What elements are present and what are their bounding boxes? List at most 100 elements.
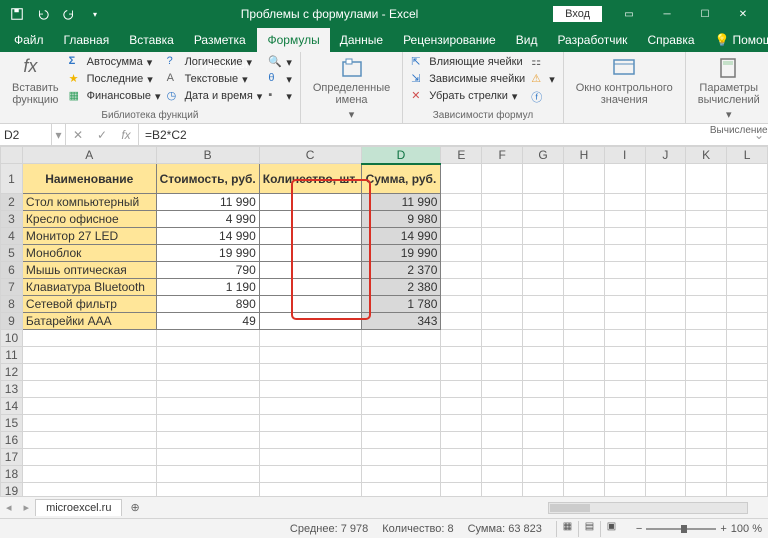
- row-header[interactable]: 1: [1, 164, 23, 194]
- tab-view[interactable]: Вид: [506, 28, 548, 52]
- col-header[interactable]: B: [156, 147, 259, 164]
- cell[interactable]: Сетевой фильтр: [22, 296, 156, 313]
- horizontal-scrollbar[interactable]: [548, 502, 748, 514]
- row-header[interactable]: 10: [1, 330, 23, 347]
- defined-names-button[interactable]: Определенные имена ▾: [309, 54, 394, 123]
- cell[interactable]: [259, 245, 361, 262]
- cell[interactable]: 19 990: [156, 245, 259, 262]
- col-header[interactable]: G: [523, 147, 564, 164]
- minimize-icon[interactable]: ─: [648, 0, 686, 28]
- view-pagelayout-icon[interactable]: ▤: [578, 521, 600, 537]
- ribbon-display-icon[interactable]: ▭: [610, 0, 648, 28]
- cell[interactable]: Клавиатура Bluetooth: [22, 279, 156, 296]
- row-header[interactable]: 6: [1, 262, 23, 279]
- qa-dropdown-icon[interactable]: ▾: [84, 3, 106, 25]
- cell[interactable]: [259, 296, 361, 313]
- tab-formulas[interactable]: Формулы: [257, 28, 329, 52]
- formula-input[interactable]: =B2*C2: [139, 124, 750, 145]
- expand-formula-icon[interactable]: ⌄: [750, 124, 768, 145]
- cell[interactable]: [259, 313, 361, 330]
- name-box-dropdown-icon[interactable]: ▾: [52, 124, 66, 145]
- login-button[interactable]: Вход: [553, 6, 602, 22]
- cell[interactable]: 1 780: [361, 296, 441, 313]
- cell[interactable]: 9 980: [361, 211, 441, 228]
- logical-button[interactable]: ?Логические ▾: [167, 54, 263, 70]
- table-header-cell[interactable]: Количество, шт.: [259, 164, 361, 194]
- row-header[interactable]: 18: [1, 466, 23, 483]
- col-header[interactable]: J: [645, 147, 686, 164]
- name-box[interactable]: D2: [0, 124, 52, 145]
- fx-button-icon[interactable]: fx: [114, 124, 138, 146]
- tab-review[interactable]: Рецензирование: [393, 28, 506, 52]
- col-header[interactable]: L: [727, 147, 768, 164]
- close-icon[interactable]: ✕: [724, 0, 762, 28]
- math-button[interactable]: θ▾: [268, 71, 292, 87]
- cell[interactable]: [259, 279, 361, 296]
- cell[interactable]: Кресло офисное: [22, 211, 156, 228]
- recent-button[interactable]: ★Последние ▾: [69, 71, 161, 87]
- col-header[interactable]: K: [686, 147, 727, 164]
- autosum-button[interactable]: ΣАвтосумма ▾: [69, 54, 161, 70]
- row-header[interactable]: 19: [1, 483, 23, 497]
- tab-data[interactable]: Данные: [330, 28, 393, 52]
- trace-dependents-button[interactable]: ⇲Зависимые ячейки: [411, 71, 525, 87]
- row-header[interactable]: 2: [1, 194, 23, 211]
- row-header[interactable]: 14: [1, 398, 23, 415]
- cell[interactable]: Мышь оптическая: [22, 262, 156, 279]
- lookup-button[interactable]: 🔍▾: [268, 54, 292, 70]
- table-header-cell[interactable]: Наименование: [22, 164, 156, 194]
- cell[interactable]: Стол компьютерный: [22, 194, 156, 211]
- datetime-button[interactable]: ◷Дата и время ▾: [167, 88, 263, 104]
- tab-developer[interactable]: Разработчик: [547, 28, 637, 52]
- cell[interactable]: 14 990: [361, 228, 441, 245]
- tab-insert[interactable]: Вставка: [119, 28, 184, 52]
- insert-function-button[interactable]: fx Вставить функцию: [8, 54, 63, 108]
- error-check-button[interactable]: ⚠▾: [531, 71, 555, 87]
- table-header-cell[interactable]: Стоимость, руб.: [156, 164, 259, 194]
- sheet-tab[interactable]: microexcel.ru: [35, 499, 122, 516]
- maximize-icon[interactable]: ☐: [686, 0, 724, 28]
- zoom-out-icon[interactable]: −: [636, 523, 642, 535]
- cell[interactable]: 1 190: [156, 279, 259, 296]
- undo-icon[interactable]: [32, 3, 54, 25]
- row-header[interactable]: 17: [1, 449, 23, 466]
- table-header-cell[interactable]: Сумма, руб.: [361, 164, 441, 194]
- col-header[interactable]: A: [22, 147, 156, 164]
- calc-options-button[interactable]: Параметры вычислений ▾: [694, 54, 764, 123]
- cell[interactable]: Монитор 27 LED: [22, 228, 156, 245]
- evaluate-button[interactable]: ⓕ: [531, 88, 555, 104]
- col-header[interactable]: D: [361, 147, 441, 164]
- cell[interactable]: 11 990: [156, 194, 259, 211]
- row-header[interactable]: 11: [1, 347, 23, 364]
- tab-home[interactable]: Главная: [54, 28, 120, 52]
- cell[interactable]: [259, 194, 361, 211]
- col-header[interactable]: F: [482, 147, 523, 164]
- cell[interactable]: [259, 228, 361, 245]
- col-header[interactable]: E: [441, 147, 482, 164]
- redo-icon[interactable]: [58, 3, 80, 25]
- view-normal-icon[interactable]: ▦: [556, 521, 578, 537]
- row-header[interactable]: 3: [1, 211, 23, 228]
- cancel-formula-icon[interactable]: ✕: [66, 124, 90, 146]
- cell[interactable]: 790: [156, 262, 259, 279]
- more-button[interactable]: ▪▾: [268, 88, 292, 104]
- tab-file[interactable]: Файл: [4, 28, 54, 52]
- sheet-nav-next-icon[interactable]: ▸: [18, 501, 36, 514]
- cell[interactable]: [259, 262, 361, 279]
- grid-area[interactable]: ABCDEFGHIJKL1НаименованиеСтоимость, руб.…: [0, 146, 768, 496]
- row-header[interactable]: 8: [1, 296, 23, 313]
- row-header[interactable]: 5: [1, 245, 23, 262]
- col-header[interactable]: C: [259, 147, 361, 164]
- text-button[interactable]: AТекстовые ▾: [167, 71, 263, 87]
- trace-precedents-button[interactable]: ⇱Влияющие ячейки: [411, 54, 525, 70]
- cell[interactable]: 4 990: [156, 211, 259, 228]
- cell[interactable]: 2 370: [361, 262, 441, 279]
- show-formulas-button[interactable]: ⚏: [531, 54, 555, 70]
- save-icon[interactable]: [6, 3, 28, 25]
- row-header[interactable]: 7: [1, 279, 23, 296]
- cell[interactable]: 14 990: [156, 228, 259, 245]
- watch-window-button[interactable]: Окно контрольного значения: [572, 54, 677, 108]
- view-pagebreak-icon[interactable]: ▣: [600, 521, 622, 537]
- cell[interactable]: 343: [361, 313, 441, 330]
- row-header[interactable]: 4: [1, 228, 23, 245]
